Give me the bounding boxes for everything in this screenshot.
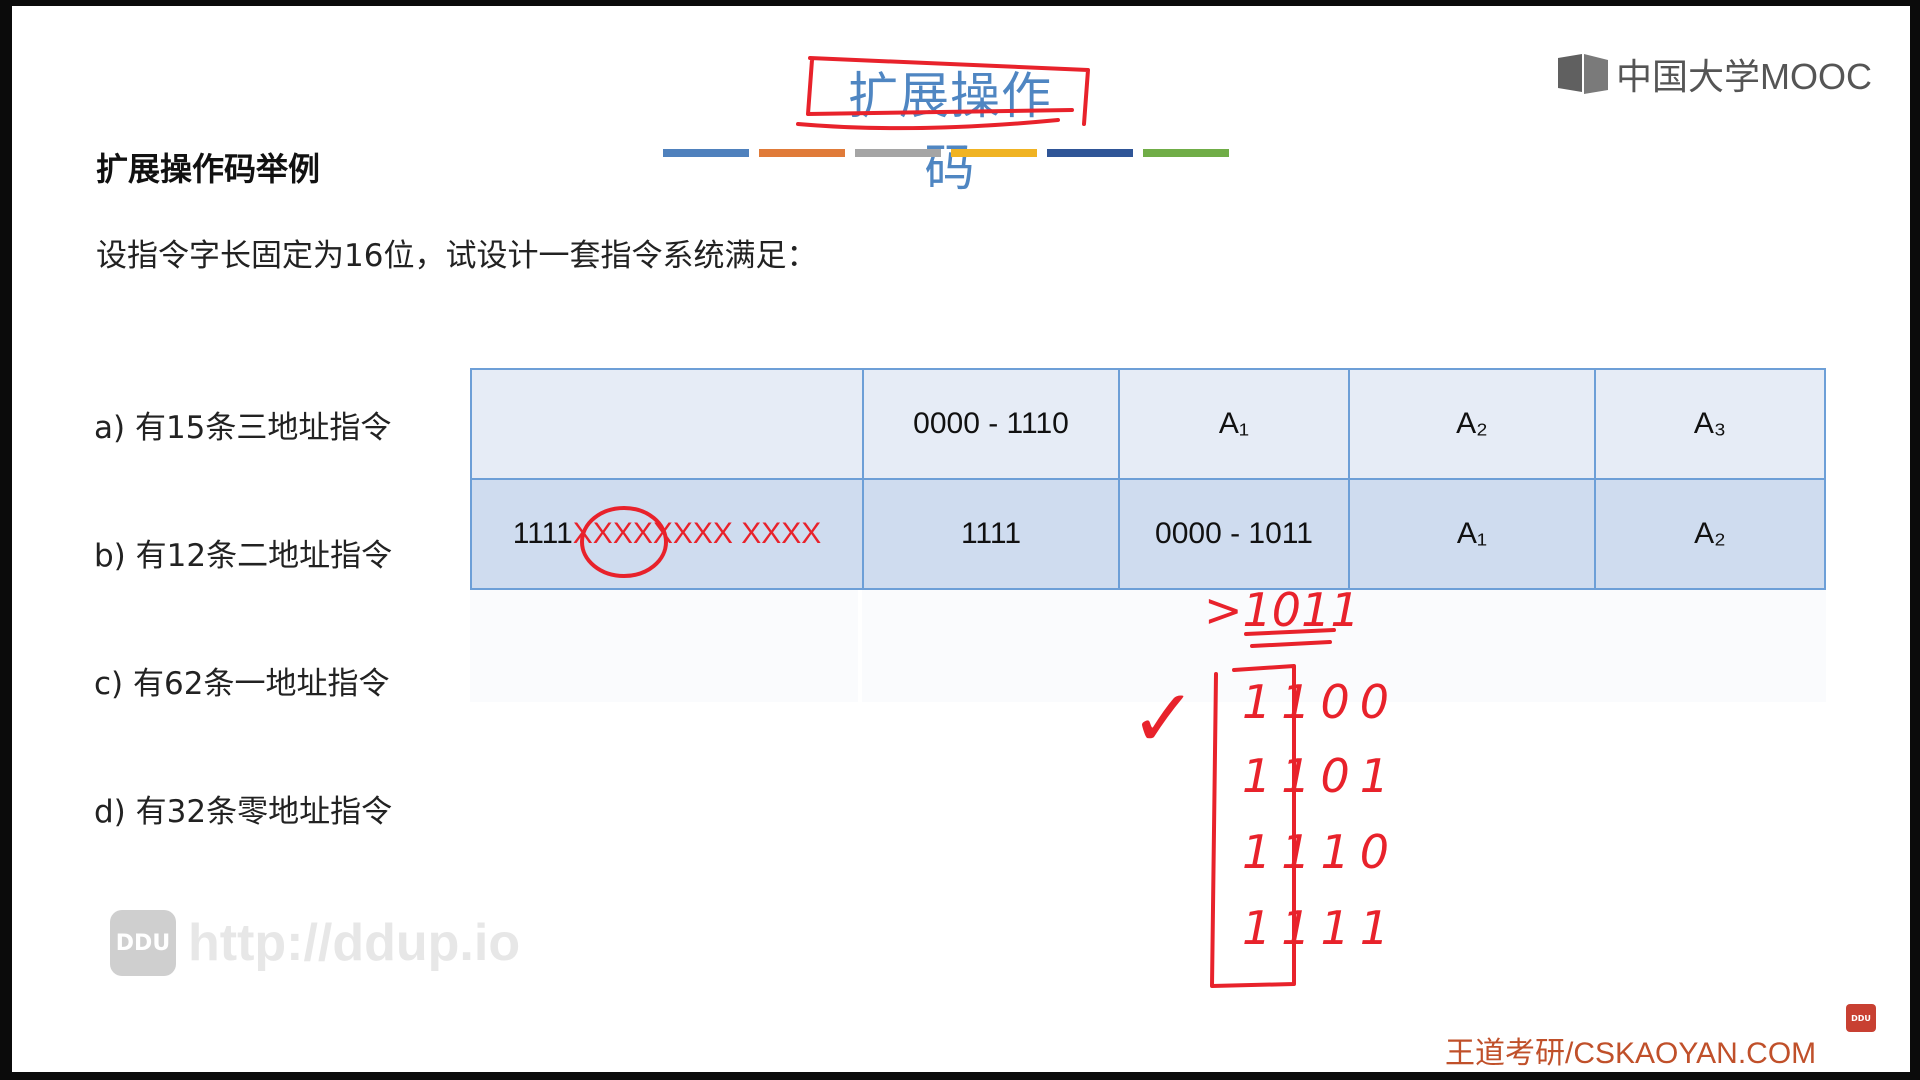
table-cell xyxy=(470,368,864,480)
table-cell: A₂ xyxy=(1348,368,1596,480)
table-cell: A₂ xyxy=(1594,478,1826,590)
table-cell: A₃ xyxy=(1594,368,1826,480)
table-cell: A₁ xyxy=(1118,368,1350,480)
bracket-box-ink xyxy=(1210,664,1296,988)
handwritten-opcode: 1101 xyxy=(1242,749,1399,803)
address-bits: XXXX XXXX xyxy=(652,517,822,550)
footer-credit: 王道考研/CSKAOYAN.COM xyxy=(1445,1037,1817,1070)
section-heading: 扩展操作码举例 xyxy=(96,150,321,188)
handwritten-opcode: 1111 xyxy=(1242,901,1399,955)
table-cell: 0000 - 1110 xyxy=(862,368,1120,480)
requirement-d: d) 有32条零地址指令 xyxy=(94,794,393,830)
table-cell: 1111 xyxy=(862,478,1120,590)
color-bar-segment xyxy=(1143,149,1229,157)
corner-logo-icon: DDU xyxy=(1846,1004,1876,1032)
book-icon xyxy=(1558,54,1608,94)
mooc-logo: 中国大学MOOC xyxy=(1556,48,1872,100)
color-bar-segment xyxy=(951,149,1037,157)
color-bar-segment xyxy=(855,149,941,157)
requirement-a: a) 有15条三地址指令 xyxy=(94,410,392,446)
ddu-logo: DDU xyxy=(110,910,176,976)
problem-statement: 设指令字长固定为16位，试设计一套指令系统满足： xyxy=(96,238,818,274)
requirement-c: c) 有62条一地址指令 xyxy=(94,666,390,702)
watermark: DDU http://ddup.io xyxy=(110,910,520,976)
table-cell xyxy=(470,590,858,702)
color-bar-segment xyxy=(759,149,845,157)
opcode-prefix: 1111 xyxy=(512,517,573,550)
brand-name: 中国大学MOOC xyxy=(1616,56,1872,97)
table-cell xyxy=(862,590,1826,702)
table-cell: A₁ xyxy=(1348,478,1596,590)
handwritten-opcode: 1110 xyxy=(1242,825,1399,879)
slide: 扩展操作码 中国大学MOOC 扩展操作码举例 设指令字长固定为16位，试设计一套… xyxy=(12,6,1910,1072)
requirement-b: b) 有12条二地址指令 xyxy=(94,538,393,574)
color-bar-segment xyxy=(663,149,749,157)
table-cell: 0000 - 1011 xyxy=(1118,478,1350,590)
watermark-url: http://ddup.io xyxy=(188,914,521,972)
color-bar-segment xyxy=(1047,149,1133,157)
table-cell: 1111 XXXX XXXX XXXX xyxy=(470,478,864,590)
circled-opcode-bits: XXXX xyxy=(572,517,653,550)
title-color-bar xyxy=(663,149,1229,157)
slide-title: 扩展操作码 xyxy=(848,67,1052,197)
